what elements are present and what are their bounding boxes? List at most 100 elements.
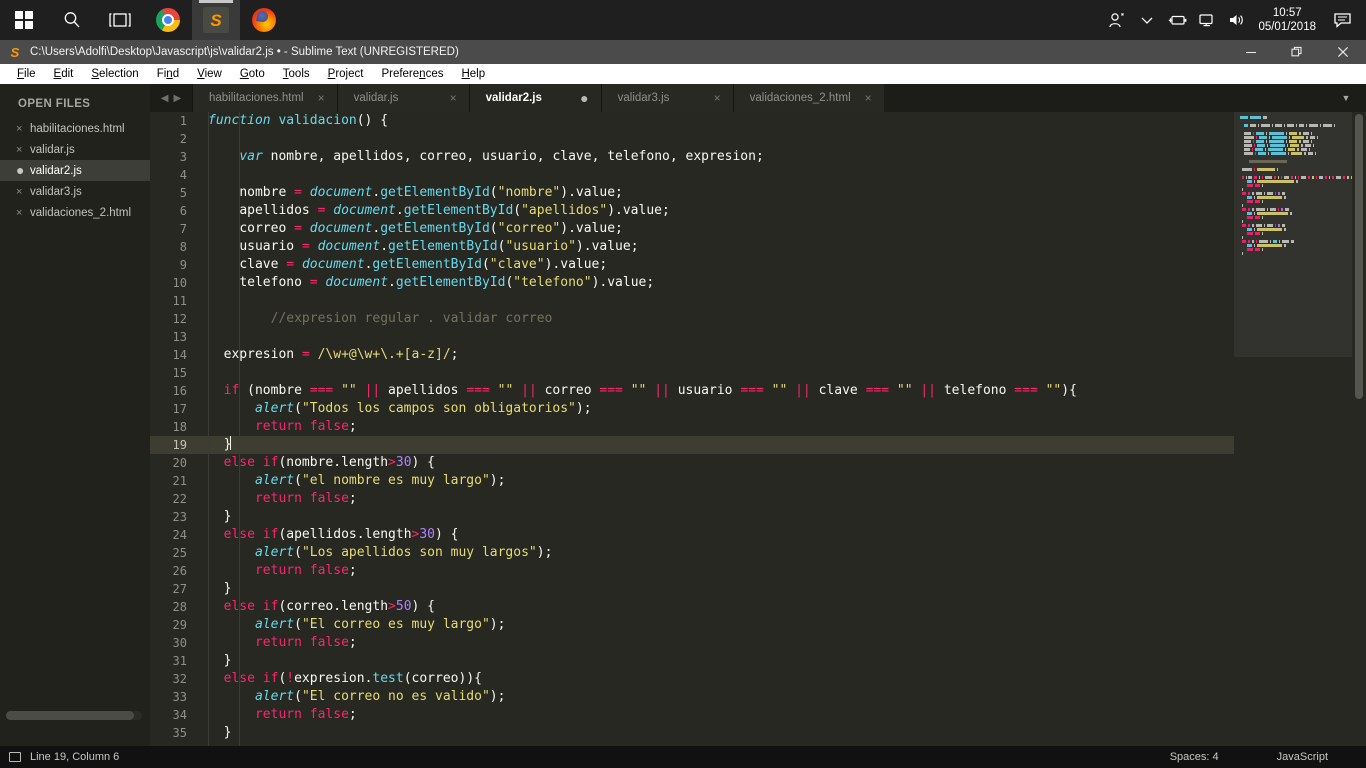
sidebar-toggle-button[interactable]	[0, 752, 30, 762]
line-number: 21	[172, 474, 187, 488]
minimize-icon	[1246, 51, 1256, 54]
minimap-token	[1248, 160, 1287, 163]
close-file-icon[interactable]: ×	[16, 123, 30, 135]
line-number-gutter: 1 2 3 4 5 6 7 8 9 10 11 12 13 14 15 16 17 18 19 20 21 22 23 24 2…	[150, 112, 198, 746]
taskbar-app-sublime[interactable]: S	[192, 0, 240, 40]
minimap-token	[1254, 200, 1261, 203]
task-view-button[interactable]	[96, 0, 144, 40]
close-file-icon[interactable]: ×	[16, 144, 30, 156]
network-button[interactable]	[1192, 0, 1222, 40]
minimap-token	[1253, 228, 1255, 231]
action-center-icon	[1334, 13, 1351, 28]
open-file-item[interactable]: × habilitaciones.html	[0, 118, 150, 139]
sidebar-horizontal-scrollbar[interactable]	[6, 711, 142, 720]
syntax-setting[interactable]: JavaScript	[1277, 751, 1328, 763]
line-number: 35	[172, 726, 187, 740]
code-line: apellidos = document.getElementById("ape…	[239, 203, 670, 218]
tab-close-icon[interactable]: ×	[865, 91, 872, 105]
minimap-token	[1246, 196, 1252, 199]
battery-button[interactable]	[1162, 0, 1192, 40]
minimap-token	[1256, 180, 1294, 183]
minimap-token	[1284, 176, 1289, 179]
code-editor[interactable]: 1 2 3 4 5 6 7 8 9 10 11 12 13 14 15 16 17 18 19 20 21 22 23 24 2…	[150, 112, 1366, 746]
minimap-token	[1242, 168, 1252, 171]
minimap-token	[1285, 132, 1287, 135]
taskbar-app-chrome[interactable]	[144, 0, 192, 40]
search-button[interactable]	[48, 0, 96, 40]
minimize-button[interactable]	[1228, 40, 1274, 64]
code-line: return false;	[254, 707, 357, 722]
screen: S 10:57 05/01/2018 S C:\Users\Adolfi\Des…	[0, 0, 1366, 768]
tab-label: validar.js	[353, 92, 399, 104]
sublime-icon: S	[203, 7, 229, 33]
menu-file[interactable]: File	[8, 64, 45, 84]
firefox-icon	[252, 8, 276, 32]
close-button[interactable]	[1320, 40, 1366, 64]
code-line: }	[208, 581, 232, 596]
people-button[interactable]	[1102, 0, 1132, 40]
open-file-item[interactable]: × validaciones_2.html	[0, 202, 150, 223]
code-line: telefono = document.getElementById("tele…	[239, 275, 655, 290]
tab-scroll-left-icon[interactable]: ◀	[161, 93, 169, 104]
editor-vertical-scrollbar[interactable]	[1352, 112, 1366, 746]
editor-tab[interactable]: validar.js ×	[336, 84, 469, 112]
menu-selection[interactable]: Selection	[82, 64, 147, 84]
minimap-token	[1249, 124, 1256, 127]
editor-tab[interactable]: validaciones_2.html ×	[732, 84, 884, 112]
minimap[interactable]	[1234, 112, 1352, 746]
menu-preferences[interactable]: Preferences	[372, 64, 452, 84]
minimap-token	[1303, 152, 1306, 155]
minimap-token	[1265, 148, 1267, 151]
minimap-token	[1255, 240, 1257, 243]
tab-close-icon[interactable]: ×	[450, 91, 457, 105]
editor-tab[interactable]: habilitaciones.html ×	[192, 84, 337, 112]
minimap-token	[1290, 240, 1294, 243]
volume-icon	[1230, 15, 1244, 25]
minimap-token	[1307, 152, 1313, 155]
minimap-token	[1315, 176, 1318, 179]
open-file-item[interactable]: × validar3.js	[0, 181, 150, 202]
tab-modified-dot-icon[interactable]: ●	[580, 91, 588, 105]
menu-view[interactable]: View	[188, 64, 231, 84]
clock-button[interactable]: 10:57 05/01/2018	[1252, 6, 1326, 34]
volume-button[interactable]	[1222, 0, 1252, 40]
minimap-token	[1294, 176, 1297, 179]
tab-scroll-right-icon[interactable]: ▶	[174, 93, 182, 104]
minimap-token	[1288, 140, 1298, 143]
modified-dot-icon: ●	[16, 162, 25, 178]
minimap-token	[1246, 200, 1253, 203]
menu-find[interactable]: Find	[148, 64, 188, 84]
notifications-button[interactable]	[1326, 0, 1360, 40]
start-button[interactable]	[0, 0, 48, 40]
editor-tab[interactable]: validar3.js ×	[600, 84, 733, 112]
close-file-icon[interactable]: ×	[16, 186, 30, 198]
tab-overflow-menu-button[interactable]: ▼	[1326, 84, 1366, 112]
indentation-setting[interactable]: Spaces: 4	[1170, 751, 1219, 763]
maximize-button[interactable]	[1274, 40, 1320, 64]
menu-tools[interactable]: Tools	[274, 64, 319, 84]
code-line: return false;	[254, 491, 357, 506]
minimap-token	[1262, 216, 1264, 219]
minimap-token	[1250, 116, 1261, 119]
menu-edit[interactable]: Edit	[45, 64, 83, 84]
tab-scroll-controls[interactable]: ◀ ▶	[150, 84, 192, 112]
minimap-token	[1262, 184, 1264, 187]
minimap-token	[1253, 244, 1255, 247]
open-file-item[interactable]: × validar.js	[0, 139, 150, 160]
menu-project[interactable]: Project	[319, 64, 373, 84]
code-content[interactable]: function validacion() { var nombre, apel…	[198, 112, 1358, 746]
code-line: alert("el nombre es muy largo");	[254, 473, 506, 488]
close-file-icon[interactable]: ×	[16, 207, 30, 219]
tab-close-icon[interactable]: ×	[714, 91, 721, 105]
taskbar-app-firefox[interactable]	[240, 0, 288, 40]
minimap-token	[1242, 188, 1244, 191]
line-number: 17	[172, 402, 187, 416]
menu-help[interactable]: Help	[452, 64, 494, 84]
menu-goto[interactable]: Goto	[231, 64, 274, 84]
minimap-token	[1347, 176, 1349, 179]
show-hidden-icons-button[interactable]	[1132, 0, 1162, 40]
editor-tab[interactable]: validar2.js ●	[468, 84, 601, 112]
open-file-item[interactable]: ● validar2.js	[0, 160, 150, 181]
tab-close-icon[interactable]: ×	[318, 91, 325, 105]
tab-bar: ◀ ▶ habilitaciones.html × validar.js × valid…	[150, 84, 1366, 112]
